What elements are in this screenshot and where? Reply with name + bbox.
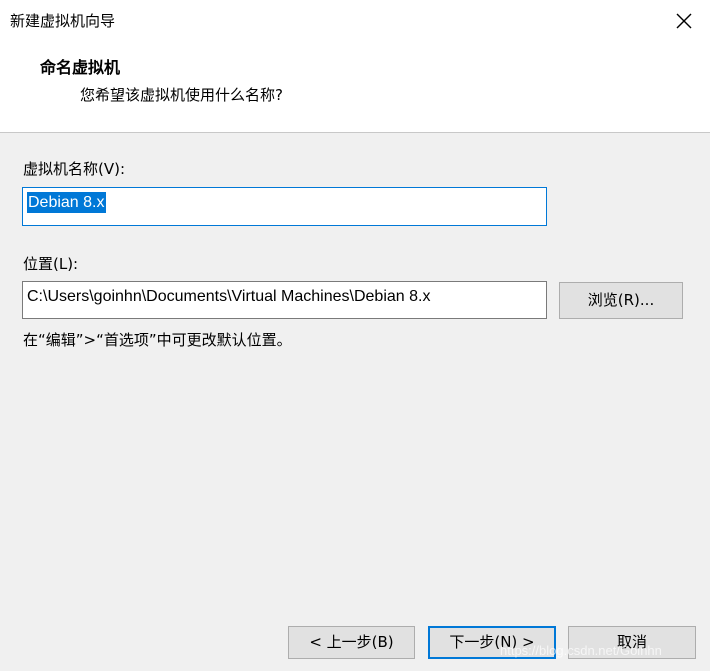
- vm-name-label: 虚拟机名称(V):: [23, 160, 126, 178]
- vm-name-input[interactable]: Debian 8.x: [22, 187, 547, 226]
- browse-button[interactable]: 浏览(R)...: [559, 282, 683, 319]
- page-heading: 命名虚拟机: [40, 58, 121, 77]
- location-label: 位置(L):: [23, 255, 79, 273]
- wizard-header: 新建虚拟机向导 命名虚拟机 您希望该虚拟机使用什么名称?: [0, 0, 710, 133]
- window-title: 新建虚拟机向导: [10, 12, 116, 30]
- page-subheading: 您希望该虚拟机使用什么名称?: [80, 86, 283, 104]
- location-hint: 在“编辑”>“首选项”中可更改默认位置。: [23, 331, 292, 349]
- back-button[interactable]: < 上一步(B): [288, 626, 415, 659]
- vm-name-value: Debian 8.x: [27, 192, 106, 213]
- watermark: https://blog.csdn.net/Goinhn: [500, 643, 662, 658]
- close-button[interactable]: [672, 9, 696, 33]
- location-input[interactable]: C:\Users\goinhn\Documents\Virtual Machin…: [22, 281, 547, 319]
- close-icon: [676, 13, 692, 29]
